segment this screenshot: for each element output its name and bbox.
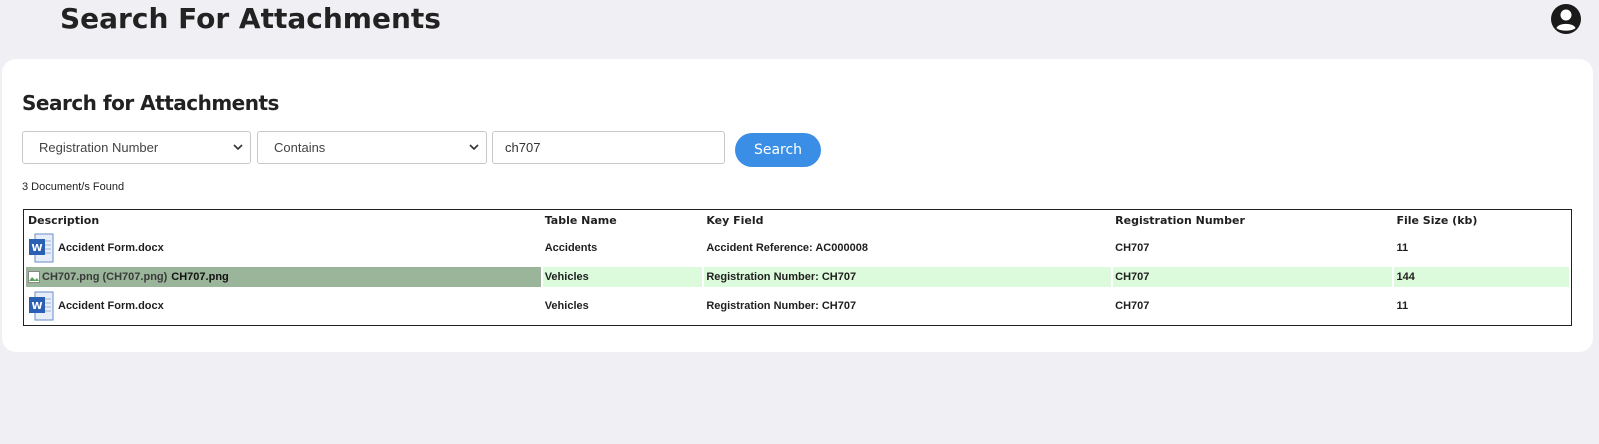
chevron-down-icon (469, 144, 479, 151)
column-header-registration[interactable]: Registration Number (1113, 212, 1392, 229)
table-name-cell: Vehicles (542, 267, 703, 287)
chevron-down-icon (233, 144, 243, 151)
description-text[interactable]: CH707.png (171, 271, 228, 283)
table-row[interactable]: W Accident Form.docx Vehicles Registrati… (26, 289, 1569, 323)
file-size-cell: 144 (1394, 267, 1569, 287)
registration-cell: CH707 (1115, 242, 1150, 254)
field-select[interactable]: Registration Number (22, 131, 251, 164)
description-cell[interactable]: W Accident Form.docx (26, 231, 541, 265)
description-text[interactable]: Accident Form.docx (58, 242, 164, 254)
page-title: Search For Attachments (60, 2, 441, 35)
key-field-cell: Registration Number: CH707 (706, 300, 857, 312)
table-header-row: Description Table Name Key Field Registr… (26, 212, 1569, 229)
table-row[interactable]: W Accident Form.docx Accidents Accident … (26, 231, 1569, 265)
word-doc-icon[interactable]: W (28, 233, 54, 263)
search-button[interactable]: Search (735, 133, 821, 167)
search-card: Search for Attachments Registration Numb… (2, 59, 1593, 352)
image-alt-text: CH707.png (CH707.png) (42, 271, 168, 283)
operator-select[interactable]: Contains (257, 131, 487, 164)
search-input[interactable] (492, 131, 725, 164)
broken-image[interactable]: CH707.png (CH707.png) (28, 271, 167, 283)
key-field-cell: Accident Reference: AC000008 (706, 242, 868, 254)
key-field-cell: Registration Number: CH707 (704, 267, 1112, 287)
broken-image-icon (28, 271, 40, 283)
file-size-cell: 11 (1396, 242, 1409, 254)
operator-select-value: Contains (274, 140, 326, 155)
field-select-value: Registration Number (39, 140, 159, 155)
user-circle-icon[interactable] (1550, 3, 1582, 35)
registration-cell: CH707 (1113, 267, 1393, 287)
column-header-file-size[interactable]: File Size (kb) (1394, 212, 1569, 229)
table-row[interactable]: CH707.png (CH707.png) CH707.png Vehicles… (26, 267, 1569, 287)
description-cell[interactable]: W Accident Form.docx (26, 289, 541, 323)
svg-text:W: W (31, 301, 42, 312)
table-name-cell: Accidents (544, 242, 598, 254)
results-table: Description Table Name Key Field Registr… (23, 209, 1572, 326)
column-header-table-name[interactable]: Table Name (543, 212, 703, 229)
word-doc-icon[interactable]: W (28, 291, 54, 321)
file-size-cell: 11 (1396, 300, 1409, 312)
result-count: 3 Document/s Found (22, 181, 125, 193)
column-header-key-field[interactable]: Key Field (704, 212, 1111, 229)
description-cell[interactable]: CH707.png (CH707.png) CH707.png (26, 267, 541, 287)
column-header-description[interactable]: Description (26, 212, 541, 229)
card-title: Search for Attachments (22, 91, 279, 115)
svg-text:W: W (31, 243, 42, 254)
table-name-cell: Vehicles (544, 300, 589, 312)
description-text[interactable]: Accident Form.docx (58, 300, 164, 312)
registration-cell: CH707 (1115, 300, 1150, 312)
